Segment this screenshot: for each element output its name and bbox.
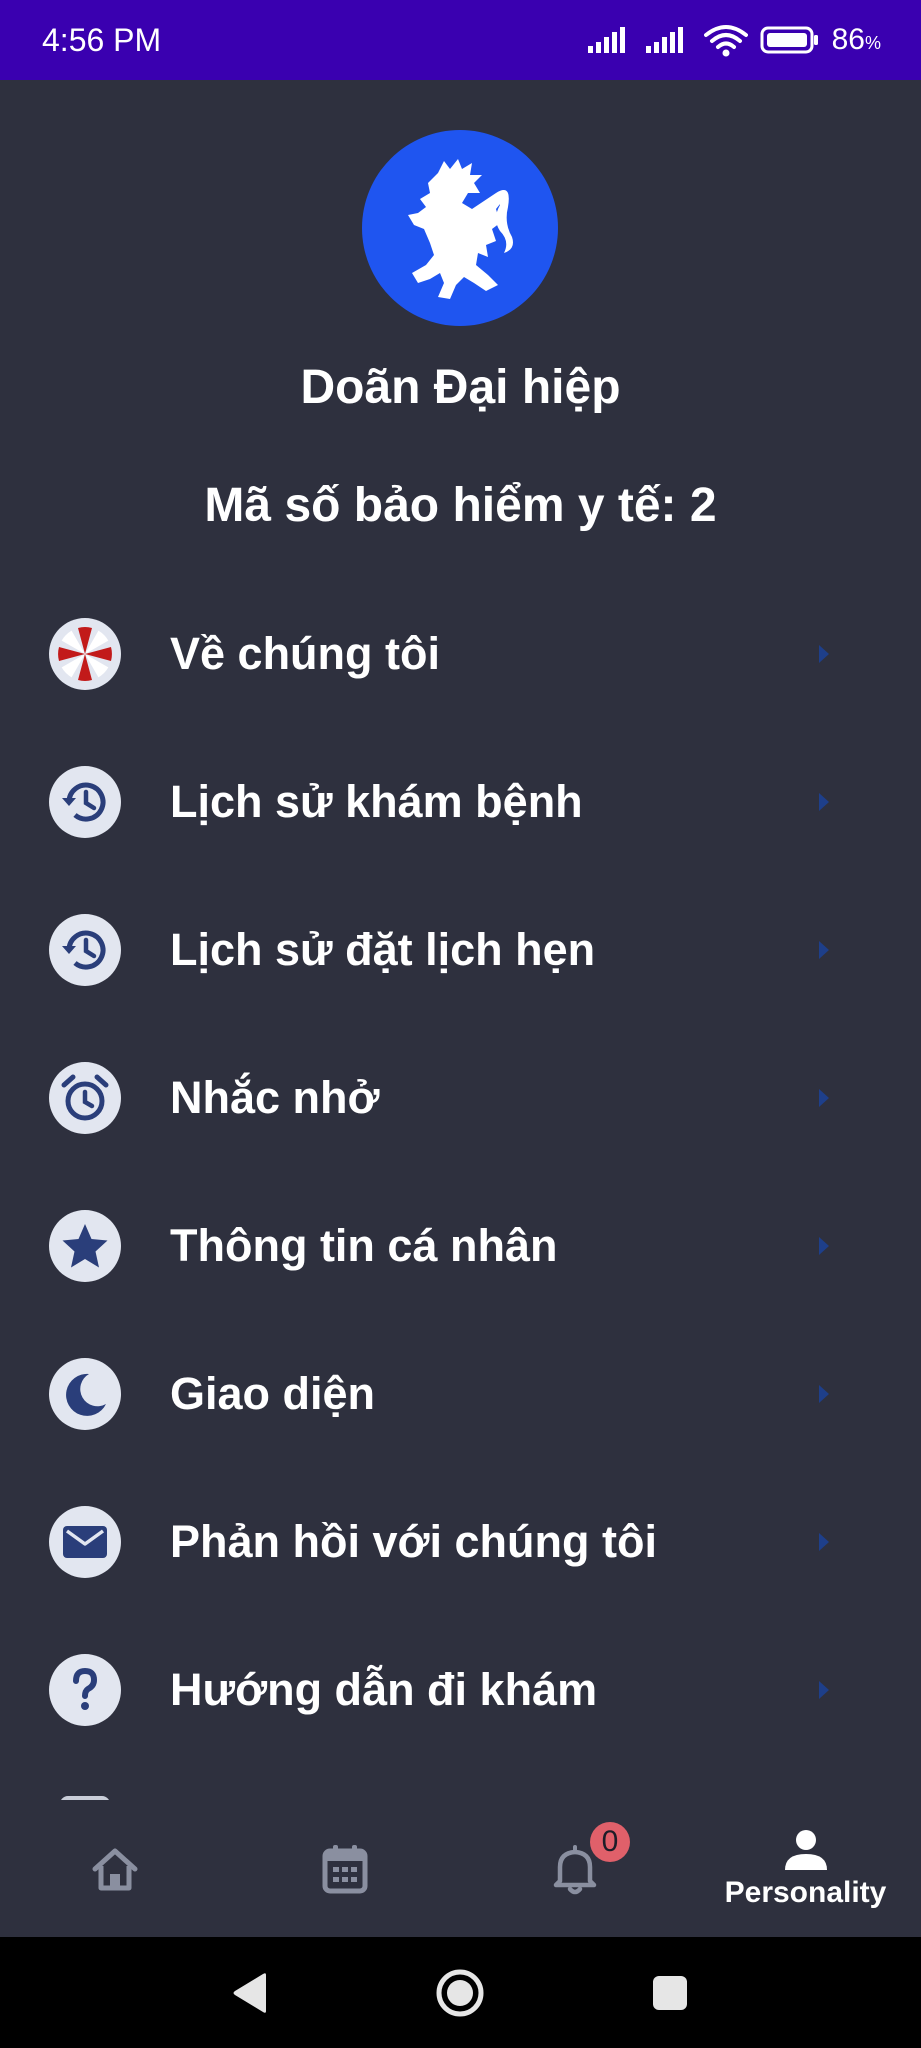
chevron-right-icon bbox=[819, 1385, 829, 1403]
tab-label: Personality bbox=[724, 1875, 887, 1909]
bottom-tab-bar: 0 Personality bbox=[0, 1800, 921, 1937]
mail-icon bbox=[49, 1506, 121, 1578]
status-icons: 86% bbox=[587, 23, 881, 57]
home-button[interactable] bbox=[430, 1937, 490, 2048]
status-time: 4:56 PM bbox=[42, 21, 162, 58]
menu-item-label: Lịch sử khám bệnh bbox=[170, 776, 583, 827]
menu-item-about-us[interactable]: Về chúng tôi bbox=[0, 580, 921, 728]
rampant-lion-icon bbox=[408, 159, 513, 299]
status-bar: 4:56 PM 86% bbox=[0, 0, 921, 80]
menu-item-medical-history[interactable]: Lịch sử khám bệnh bbox=[0, 728, 921, 876]
chevron-right-icon bbox=[819, 1533, 829, 1551]
menu-item-appearance[interactable]: Giao diện bbox=[0, 1320, 921, 1468]
back-icon bbox=[233, 1972, 266, 2013]
history-icon bbox=[49, 914, 121, 986]
menu-list: Về chúng tôi Lịch sử khám bệnh Lịch sử đ… bbox=[0, 580, 921, 1764]
menu-item-personal-info[interactable]: Thông tin cá nhân bbox=[0, 1172, 921, 1320]
menu-item-label: Nhắc nhở bbox=[170, 1072, 380, 1123]
history-icon bbox=[49, 766, 121, 838]
insurance-number: Mã số bảo hiểm y tế: 2 bbox=[204, 479, 717, 532]
tab-personality[interactable]: Personality bbox=[690, 1800, 921, 1937]
recents-icon bbox=[653, 1975, 687, 2010]
menu-item-appointment-history[interactable]: Lịch sử đặt lịch hẹn bbox=[0, 876, 921, 1024]
signal-icon bbox=[645, 27, 683, 53]
chevron-right-icon bbox=[819, 941, 829, 959]
person-icon bbox=[784, 1829, 827, 1870]
chevron-right-icon bbox=[819, 1089, 829, 1107]
chevron-right-icon bbox=[819, 1681, 829, 1699]
alarm-clock-icon bbox=[49, 1062, 121, 1134]
battery-percent: 86% bbox=[831, 23, 881, 56]
notification-badge: 0 bbox=[590, 1822, 630, 1862]
chevron-right-icon bbox=[819, 645, 829, 663]
menu-item-label: Phản hồi với chúng tôi bbox=[170, 1516, 657, 1567]
profile-screen: Doãn Đại hiệp Mã số bảo hiểm y tế: 2 Về … bbox=[0, 80, 921, 1800]
profile-name: Doãn Đại hiệp bbox=[300, 361, 621, 414]
question-icon bbox=[49, 1654, 121, 1726]
avatar[interactable] bbox=[362, 130, 558, 326]
tab-notifications[interactable] bbox=[460, 1800, 690, 1937]
menu-item-reminders[interactable]: Nhắc nhở bbox=[0, 1024, 921, 1172]
calendar-icon bbox=[322, 1844, 368, 1893]
chevron-right-icon bbox=[819, 793, 829, 811]
menu-item-visit-guide[interactable]: Hướng dẫn đi khám bbox=[0, 1616, 921, 1764]
battery-icon bbox=[760, 26, 818, 54]
menu-item-label: Giao diện bbox=[170, 1368, 376, 1419]
recents-button[interactable] bbox=[640, 1937, 700, 2048]
menu-item-label: Thông tin cá nhân bbox=[170, 1220, 558, 1271]
back-button[interactable] bbox=[220, 1937, 280, 2048]
tab-calendar[interactable] bbox=[230, 1800, 460, 1937]
moon-icon bbox=[49, 1358, 121, 1430]
wifi-icon bbox=[703, 25, 748, 57]
star-icon bbox=[49, 1210, 121, 1282]
system-nav-bar bbox=[0, 1937, 921, 2048]
chevron-right-icon bbox=[819, 1237, 829, 1255]
menu-item-label: Hướng dẫn đi khám bbox=[170, 1664, 598, 1715]
menu-item-feedback[interactable]: Phản hồi với chúng tôi bbox=[0, 1468, 921, 1616]
signal-icon bbox=[587, 27, 625, 53]
menu-item-label: Lịch sử đặt lịch hẹn bbox=[170, 924, 596, 975]
menu-item-label: Về chúng tôi bbox=[170, 628, 440, 679]
tab-home[interactable] bbox=[0, 1800, 230, 1937]
umbrella-logo-icon bbox=[49, 618, 121, 690]
home-circle-icon bbox=[436, 1969, 484, 2016]
home-icon bbox=[92, 1848, 138, 1890]
